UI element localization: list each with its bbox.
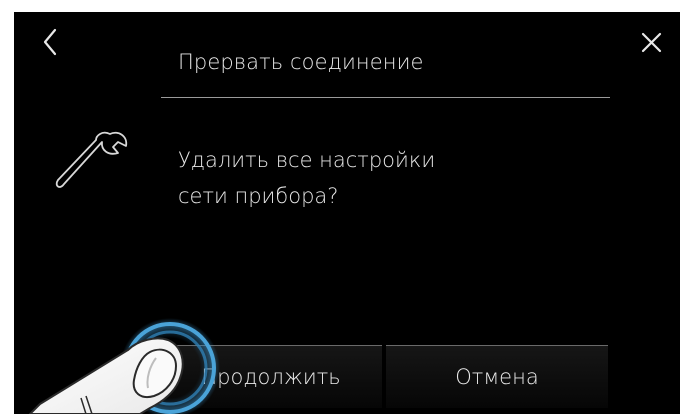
close-button[interactable] (636, 26, 670, 60)
continue-button-label: Продолжить (201, 365, 341, 389)
message-line-2: сети прибора? (178, 184, 339, 208)
cancel-button[interactable]: Отмена (386, 345, 608, 408)
wrench-icon (50, 118, 134, 202)
dialog-message: Удалить все настройки сети прибора? (178, 142, 435, 214)
title-divider (161, 97, 610, 98)
appliance-screen: Прервать соединение Удалить все настройк… (14, 12, 680, 414)
cancel-button-label: Отмена (455, 365, 539, 389)
chevron-left-icon (43, 28, 57, 56)
continue-button[interactable]: Продолжить (160, 345, 382, 408)
message-line-1: Удалить все настройки (178, 148, 436, 172)
dialog-title: Прервать соединение (178, 50, 424, 74)
back-button[interactable] (36, 26, 70, 60)
device-frame: Прервать соединение Удалить все настройк… (0, 0, 680, 414)
close-icon (641, 32, 662, 53)
